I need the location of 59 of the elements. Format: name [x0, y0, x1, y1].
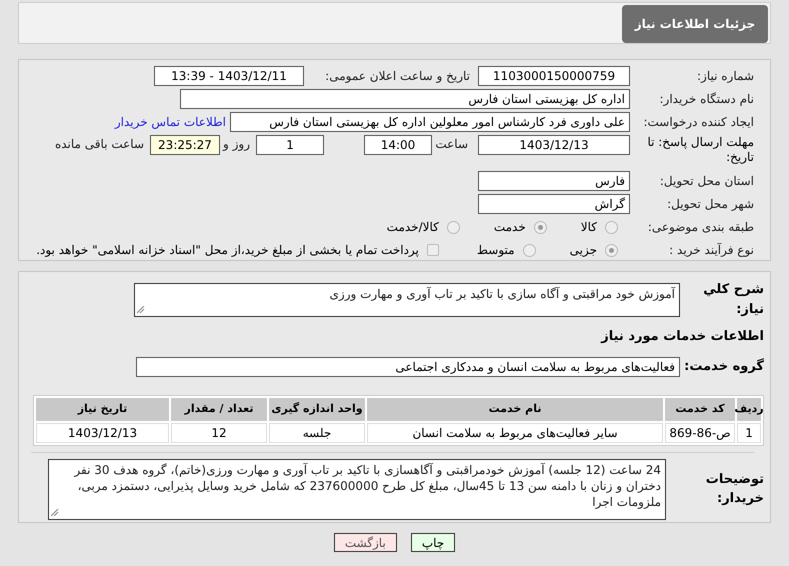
column-header: ردیف [737, 398, 761, 420]
radio-label: خدمت [494, 219, 526, 236]
column-header: واحد اندازه گیری [269, 398, 365, 420]
page-title: جزئیات اطلاعات نیاز [622, 5, 768, 43]
table-cell: جلسه [269, 422, 365, 442]
radio-label: جزیی [570, 242, 597, 260]
radio-label: متوسط [476, 242, 515, 260]
table-cell: ص-86-869 [665, 422, 735, 442]
service-group-field: فعالیت‌های مربوط به سلامت انسان و مددکاری اجتماعی [136, 356, 680, 376]
city-field: گراش [478, 194, 630, 214]
days-field: 1 [256, 135, 324, 155]
table-cell: سایر فعالیت‌های مربوط به سلامت انسان [367, 422, 663, 442]
column-header: نام خدمت [367, 398, 663, 420]
table-cell: 1 [737, 422, 761, 442]
field-label: شماره نیاز: [696, 68, 754, 85]
field-label: روز و [222, 136, 250, 153]
field-label: ساعت [434, 136, 468, 153]
field-label: شهر محل تحویل: [666, 196, 754, 214]
summary-textarea[interactable]: آموزش خود مراقبتی و آگاه سازی با تاکید بر تاب آوری و مهارت ورزی [134, 282, 680, 316]
requester-field: علی داوری فرد کارشناس امور معلولین اداره کل بهزیستی استان فارس [230, 112, 630, 132]
field-label: نام دستگاه خریدار: [658, 91, 754, 108]
column-header: تاریخ نیاز [36, 398, 169, 420]
radio-button[interactable] [534, 220, 547, 234]
field-label: استان محل تحویل: [658, 173, 754, 190]
column-header: کد خدمت [665, 398, 735, 420]
print-button[interactable]: چاپ [410, 533, 456, 552]
column-header: تعداد / مقدار [171, 398, 267, 420]
checkbox[interactable] [426, 244, 439, 256]
deadline-time-field: 14:00 [364, 135, 432, 155]
remaining-time-field: 23:25:27 [150, 135, 220, 155]
field-label: نوع فرآیند خرید : [668, 242, 754, 260]
field-label: تاریخ و ساعت اعلان عمومی: [324, 68, 470, 85]
table-cell: 12 [171, 422, 267, 442]
field-label: ایجاد کننده درخواست: [642, 114, 754, 131]
buyer-org-field: اداره کل بهزیستی استان فارس [180, 89, 630, 109]
field-label: ساعت باقی مانده [54, 136, 144, 153]
announce-date-field: 1403/12/11 - 13:39 [154, 66, 304, 86]
back-button[interactable]: بازگشت [334, 533, 397, 552]
radio-button[interactable] [605, 220, 618, 234]
field-label: طبقه بندی موضوعی: [646, 219, 754, 236]
radio-label: کالا/خدمت [386, 219, 439, 236]
radio-button[interactable] [446, 220, 460, 234]
field-label: توضیحات خریدار: [704, 470, 764, 508]
field-label: شرح کلي نياز: [702, 281, 764, 318]
deadline-date-field: 1403/12/13 [478, 135, 630, 155]
resize-grip-icon [137, 306, 145, 314]
field-label: گروه خدمت: [683, 357, 764, 376]
checkbox-label: پرداخت تمام یا بخشی از مبلغ خرید،از محل "اسناد خزانه اسلامی" خواهد بود. [36, 242, 419, 260]
radio-label: کالا [580, 219, 597, 236]
section-heading: اطلاعات خدمات مورد نیاز [600, 328, 764, 346]
radio-button[interactable] [522, 244, 536, 257]
need-number-field: 1103000150000759 [478, 66, 630, 86]
field-label: مهلت ارسال پاسخ: تا تاریخ: [646, 135, 754, 165]
radio-button[interactable] [605, 244, 618, 257]
buyer-notes-textarea[interactable]: 24 ساعت (12 جلسه) آموزش خودمراقبتی و آگاهسازی با تاکید بر تاب آوری و مهارت ورزی(خاتم)، گروه هدف 30 نفر دختران و زنان با دامنه سن 13 تا 45سال، مبلغ کل طرح 237600000 که شامل خرید وسایل پذیرایی، دستمزد مربی، ملزومات اجرا [48, 458, 666, 520]
buyer-contact-link[interactable]: اطلاعات تماس خریدار [114, 113, 226, 131]
table-cell: 1403/12/13 [36, 422, 169, 442]
resize-grip-icon [51, 508, 59, 516]
province-field: فارس [478, 171, 630, 192]
